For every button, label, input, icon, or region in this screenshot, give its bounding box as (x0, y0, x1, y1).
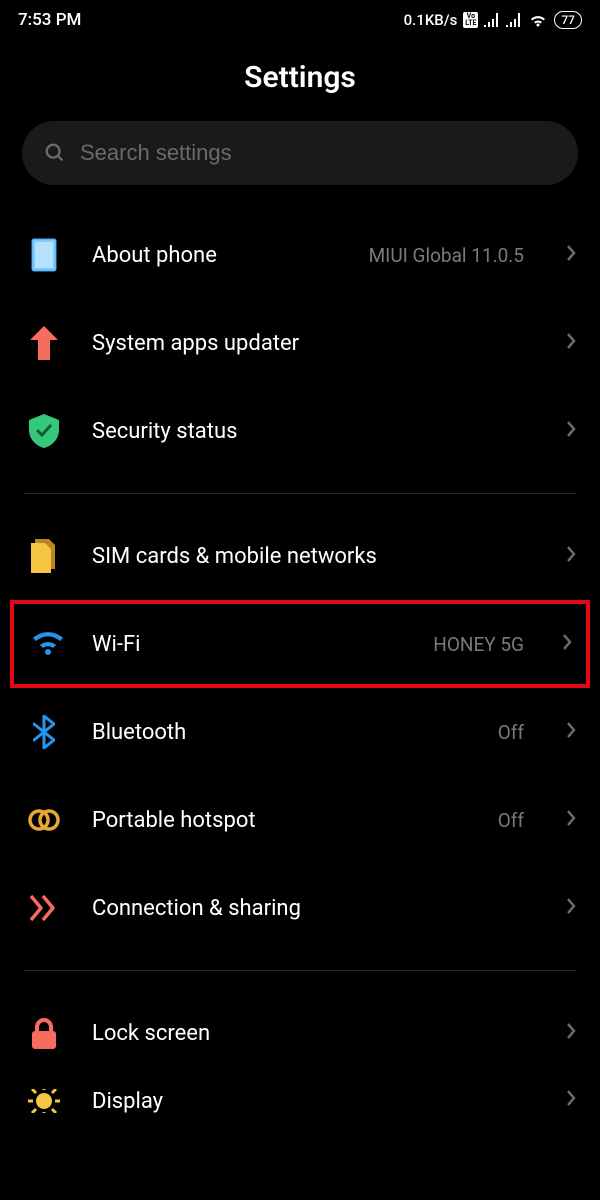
chevron-right-icon (566, 545, 576, 567)
chevron-right-icon (566, 897, 576, 919)
shield-check-icon (24, 411, 64, 451)
row-value: HONEY 5G (433, 633, 524, 656)
wifi-status-icon (528, 13, 548, 28)
row-label: System apps updater (92, 331, 524, 356)
row-label: About phone (92, 243, 341, 268)
row-label: SIM cards & mobile networks (92, 544, 524, 569)
settings-list: About phone MIUI Global 11.0.5 System ap… (0, 211, 600, 1127)
wifi-icon (28, 624, 68, 664)
row-label: Portable hotspot (92, 808, 470, 833)
row-value: Off (498, 809, 524, 832)
status-bar: 7:53 PM 0.1KB/s VoLTE 77 (0, 0, 600, 40)
status-right: 0.1KB/s VoLTE 77 (404, 11, 582, 29)
row-display[interactable]: Display (0, 1077, 600, 1127)
bluetooth-icon (24, 712, 64, 752)
divider (24, 493, 576, 494)
row-about-phone[interactable]: About phone MIUI Global 11.0.5 (0, 211, 600, 299)
status-time: 7:53 PM (18, 10, 81, 30)
chevron-right-icon (566, 1022, 576, 1044)
chevron-right-icon (566, 809, 576, 831)
row-bluetooth[interactable]: Bluetooth Off (0, 688, 600, 776)
volte-icon: VoLTE (463, 12, 478, 28)
divider (24, 970, 576, 971)
battery-icon: 77 (554, 11, 582, 29)
signal-icon (484, 13, 500, 27)
row-security-status[interactable]: Security status (0, 387, 600, 475)
lock-icon (24, 1013, 64, 1053)
row-lock-screen[interactable]: Lock screen (0, 989, 600, 1077)
chevron-right-icon (566, 244, 576, 266)
arrow-up-icon (24, 323, 64, 363)
hotspot-icon (24, 800, 64, 840)
row-system-updater[interactable]: System apps updater (0, 299, 600, 387)
search-bar[interactable] (22, 121, 578, 185)
row-label: Bluetooth (92, 720, 470, 745)
sim-card-icon (24, 536, 64, 576)
status-net-speed: 0.1KB/s (404, 11, 458, 29)
chevron-right-icon (566, 332, 576, 354)
row-label: Wi-Fi (92, 632, 409, 657)
sun-icon (24, 1089, 64, 1113)
search-input[interactable] (80, 140, 556, 166)
row-label: Lock screen (92, 1021, 524, 1046)
page-title: Settings (0, 40, 600, 121)
chevron-right-icon (566, 420, 576, 442)
row-value: Off (498, 721, 524, 744)
signal-icon (506, 13, 522, 27)
row-label: Connection & sharing (92, 896, 524, 921)
row-sim-cards[interactable]: SIM cards & mobile networks (0, 512, 600, 600)
row-value: MIUI Global 11.0.5 (369, 244, 524, 267)
chevron-right-icon (566, 721, 576, 743)
search-icon (44, 142, 66, 164)
row-label: Display (92, 1089, 524, 1114)
row-hotspot[interactable]: Portable hotspot Off (0, 776, 600, 864)
connection-icon (24, 888, 64, 928)
chevron-right-icon (566, 1089, 576, 1111)
chevron-right-icon (562, 633, 572, 655)
row-label: Security status (92, 419, 524, 444)
row-connection-sharing[interactable]: Connection & sharing (0, 864, 600, 952)
phone-icon (24, 235, 64, 275)
row-wifi[interactable]: Wi-Fi HONEY 5G (10, 600, 590, 688)
